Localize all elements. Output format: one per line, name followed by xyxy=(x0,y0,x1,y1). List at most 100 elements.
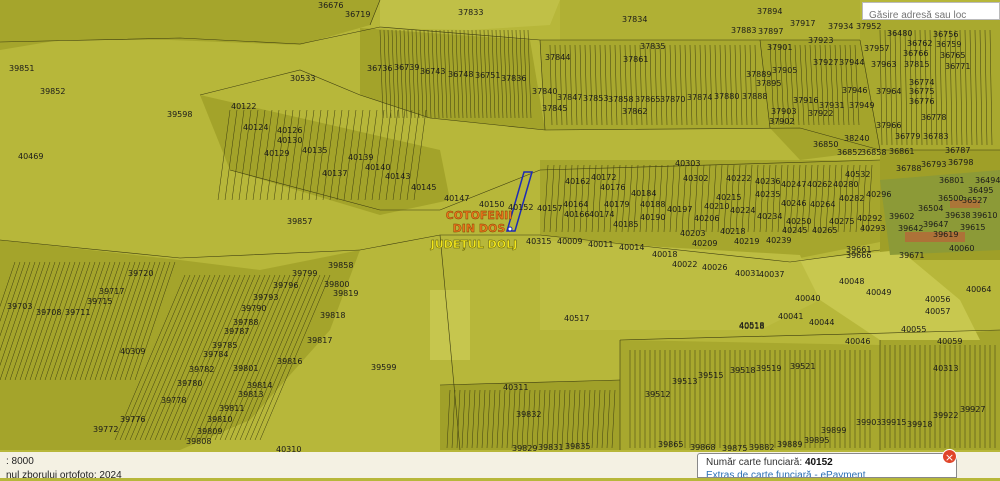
parcel-number-label[interactable]: 39513 xyxy=(672,377,697,386)
parcel-number-label[interactable]: 39915 xyxy=(881,418,906,427)
parcel-number-label[interactable]: 40135 xyxy=(302,146,327,155)
parcel-number-label[interactable]: 40282 xyxy=(839,194,864,203)
parcel-number-label[interactable]: 36778 xyxy=(921,113,946,122)
parcel-number-label[interactable]: 40280 xyxy=(833,180,858,189)
parcel-number-label[interactable]: 40172 xyxy=(591,173,616,182)
parcel-number-label[interactable]: 39811 xyxy=(219,404,244,413)
parcel-number-label[interactable]: 40185 xyxy=(613,220,638,229)
parcel-number-label[interactable]: 39776 xyxy=(120,415,145,424)
parcel-number-label[interactable]: 39851 xyxy=(9,64,34,73)
parcel-number-label[interactable]: 36748 xyxy=(448,70,473,79)
parcel-number-label[interactable]: 39793 xyxy=(253,293,278,302)
parcel-number-label[interactable]: 40246 xyxy=(781,199,806,208)
parcel-number-label[interactable]: 39858 xyxy=(328,261,353,270)
parcel-number-label[interactable]: 37905 xyxy=(772,66,797,75)
parcel-number-label[interactable]: 40009 xyxy=(557,237,582,246)
parcel-number-label[interactable]: 37946 xyxy=(842,86,867,95)
parcel-number-label[interactable]: 37874 xyxy=(687,93,712,102)
parcel-number-label[interactable]: 39602 xyxy=(889,212,914,221)
parcel-number-label[interactable]: 36480 xyxy=(887,29,912,38)
parcel-number-label[interactable]: 37870 xyxy=(660,95,685,104)
parcel-number-label[interactable]: 39717 xyxy=(99,287,124,296)
parcel-number-label[interactable]: 39521 xyxy=(790,362,815,371)
parcel-number-label[interactable]: 40206 xyxy=(694,214,719,223)
parcel-number-label[interactable]: 37901 xyxy=(767,43,792,52)
parcel-number-label[interactable]: 39512 xyxy=(645,390,670,399)
parcel-number-label[interactable]: 40157 xyxy=(537,204,562,213)
parcel-number-label[interactable]: 40057 xyxy=(925,307,950,316)
parcel-number-label[interactable]: 40174 xyxy=(589,210,614,219)
parcel-number-label[interactable]: 36783 xyxy=(923,132,948,141)
parcel-number-label[interactable]: 37865 xyxy=(635,95,660,104)
parcel-number-label[interactable]: 39787 xyxy=(224,327,249,336)
parcel-number-label[interactable]: 36793 xyxy=(921,160,946,169)
parcel-number-label[interactable]: 40056 xyxy=(925,295,950,304)
parcel-number-label[interactable]: 39799 xyxy=(292,269,317,278)
parcel-number-label[interactable]: 40049 xyxy=(866,288,891,297)
parcel-number-label[interactable]: 40292 xyxy=(857,214,882,223)
parcel-number-label[interactable]: 39790 xyxy=(241,304,266,313)
parcel-number-label[interactable]: 37836 xyxy=(501,74,526,83)
parcel-number-label[interactable]: 40124 xyxy=(243,123,268,132)
parcel-number-label[interactable]: 39515 xyxy=(698,371,723,380)
parcel-number-label[interactable]: 39809 xyxy=(197,427,222,436)
parcel-number-label[interactable]: 40293 xyxy=(860,224,885,233)
parcel-number-label[interactable]: 36852 xyxy=(837,148,862,157)
parcel-number-label[interactable]: 36787 xyxy=(945,146,970,155)
parcel-number-label[interactable]: 39519 xyxy=(756,364,781,373)
parcel-number-label[interactable]: 39782 xyxy=(189,365,214,374)
parcel-number-label[interactable]: 39831 xyxy=(538,443,563,452)
parcel-number-label[interactable]: 39817 xyxy=(307,336,332,345)
parcel-number-label[interactable]: 40164 xyxy=(563,200,588,209)
parcel-number-label[interactable]: 39868 xyxy=(690,443,715,452)
parcel-number-label[interactable]: 37844 xyxy=(545,53,570,62)
parcel-number-label[interactable]: 39819 xyxy=(333,289,358,298)
parcel-number-label[interactable]: 40247 xyxy=(781,180,806,189)
parcel-number-label[interactable]: 40179 xyxy=(604,200,629,209)
parcel-number-label[interactable]: 40060 xyxy=(949,244,974,253)
parcel-number-label[interactable]: 40234 xyxy=(757,212,782,221)
parcel-number-label[interactable]: 39785 xyxy=(212,341,237,350)
parcel-number-label[interactable]: 40296 xyxy=(866,190,891,199)
parcel-number-label[interactable]: 39801 xyxy=(233,364,258,373)
parcel-number-label[interactable]: 36736 xyxy=(367,64,392,73)
parcel-number-label[interactable]: 40037 xyxy=(759,270,784,279)
parcel-number-label[interactable]: 40041 xyxy=(778,312,803,321)
parcel-number-label[interactable]: 40162 xyxy=(565,177,590,186)
parcel-number-label[interactable]: 39922 xyxy=(933,411,958,420)
parcel-number-label[interactable]: 40145 xyxy=(411,183,436,192)
parcel-number-label[interactable]: 36798 xyxy=(948,158,973,167)
parcel-number-label[interactable]: 40265 xyxy=(812,226,837,235)
parcel-number-label[interactable]: 37880 xyxy=(714,92,739,101)
parcel-number-label[interactable]: 36762 xyxy=(907,39,932,48)
parcel-number-label[interactable]: 37888 xyxy=(742,92,767,101)
parcel-number-label[interactable]: 37916 xyxy=(793,96,818,105)
parcel-number-label[interactable]: 37853 xyxy=(583,94,608,103)
parcel-number-label[interactable]: 36676 xyxy=(318,1,343,10)
parcel-number-label[interactable]: 40210 xyxy=(704,202,729,211)
parcel-number-label[interactable]: 37834 xyxy=(622,15,647,24)
parcel-number-label[interactable]: 39865 xyxy=(658,440,683,449)
parcel-number-label[interactable]: 40203 xyxy=(680,229,705,238)
parcel-number-label[interactable]: 36776 xyxy=(909,97,934,106)
parcel-number-label[interactable]: 40059 xyxy=(937,337,962,346)
parcel-number-label[interactable]: 40147 xyxy=(444,194,469,203)
parcel-number-label[interactable]: 39619 xyxy=(933,230,958,239)
parcel-number-label[interactable]: 37833 xyxy=(458,8,483,17)
parcel-number-label[interactable]: 37963 xyxy=(871,60,896,69)
parcel-number-label[interactable]: 37840 xyxy=(532,87,557,96)
parcel-number-label[interactable]: 39642 xyxy=(898,224,923,233)
parcel-number-label[interactable]: 40222 xyxy=(726,174,751,183)
parcel-number-label[interactable]: 40044 xyxy=(809,318,834,327)
parcel-number-label[interactable]: 39780 xyxy=(177,379,202,388)
parcel-number-label[interactable]: 40064 xyxy=(966,285,991,294)
parcel-number-label[interactable]: 40532 xyxy=(845,170,870,179)
parcel-number-label[interactable]: 36858 xyxy=(861,148,886,157)
parcel-number-label[interactable]: 36788 xyxy=(896,164,921,173)
parcel-number-label[interactable]: 40236 xyxy=(755,177,780,186)
parcel-number-label[interactable]: 37902 xyxy=(769,117,794,126)
parcel-number-label[interactable]: 36774 xyxy=(909,78,934,87)
parcel-number-label[interactable]: 39711 xyxy=(65,308,90,317)
parcel-number-label[interactable]: 40143 xyxy=(385,172,410,181)
parcel-number-label[interactable]: 37897 xyxy=(758,27,783,36)
